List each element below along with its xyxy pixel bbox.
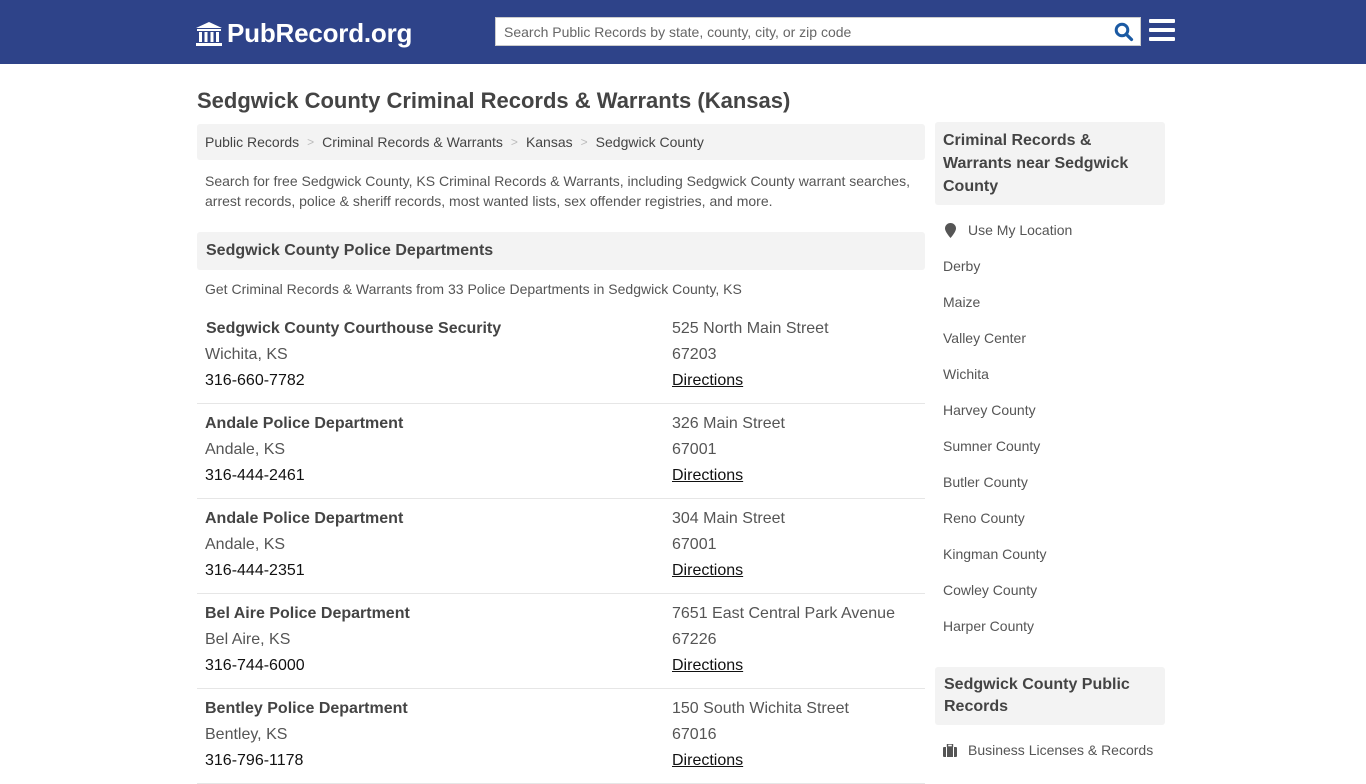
department-city: Wichita, KS <box>205 346 288 363</box>
department-name-link[interactable]: Sedgwick County Courthouse Security <box>206 320 501 338</box>
department-list: Sedgwick County Courthouse Security Wich… <box>197 309 925 784</box>
department-zip: 67226 <box>672 631 717 648</box>
directions-link[interactable]: Directions <box>672 372 743 390</box>
department-zip: 67001 <box>672 536 717 553</box>
nearby-link-valley-center[interactable]: Valley Center <box>935 320 1165 356</box>
nearby-link-cowley-county[interactable]: Cowley County <box>935 572 1165 608</box>
department-address: 7651 East Central Park Avenue <box>672 605 895 622</box>
department-city: Andale, KS <box>205 441 286 458</box>
breadcrumb-separator: > <box>580 135 588 149</box>
logo-text: PubRecord.org <box>227 18 413 48</box>
department-phone: 316-744-6000 <box>205 657 305 674</box>
search-bar <box>495 17 1141 46</box>
department-row: Bel Aire Police Department Bel Aire, KS … <box>197 594 925 689</box>
hamburger-menu-icon[interactable] <box>1149 19 1175 43</box>
department-phone: 316-444-2351 <box>205 562 305 579</box>
department-row: Andale Police Department Andale, KS 316-… <box>197 499 925 594</box>
section-heading: Sedgwick County Police Departments <box>197 232 925 270</box>
nearby-link-derby[interactable]: Derby <box>935 248 1165 284</box>
section-subtitle: Get Criminal Records & Warrants from 33 … <box>205 281 742 297</box>
department-row: Bentley Police Department Bentley, KS 31… <box>197 689 925 784</box>
department-address: 525 North Main Street <box>672 320 829 337</box>
business-licenses-link[interactable]: Business Licenses & Records <box>935 732 1165 768</box>
department-name-link[interactable]: Bel Aire Police Department <box>205 605 410 623</box>
department-address: 150 South Wichita Street <box>672 700 849 717</box>
department-name-link[interactable]: Andale Police Department <box>205 510 403 528</box>
department-zip: 67001 <box>672 441 717 458</box>
sidebar-nearby-heading: Criminal Records & Warrants near Sedgwic… <box>935 122 1165 205</box>
courthouse-icon <box>196 21 222 46</box>
map-marker-icon <box>943 222 957 238</box>
department-name-link[interactable]: Andale Police Department <box>205 415 403 433</box>
department-row: Sedgwick County Courthouse Security Wich… <box>197 309 925 404</box>
breadcrumb-kansas[interactable]: Kansas <box>526 134 573 150</box>
breadcrumb-separator: > <box>510 135 518 149</box>
directions-link[interactable]: Directions <box>672 562 743 580</box>
breadcrumb-sedgwick-county[interactable]: Sedgwick County <box>596 134 704 150</box>
nearby-list: Use My Location Derby Maize Valley Cente… <box>935 212 1165 644</box>
nearby-link-maize[interactable]: Maize <box>935 284 1165 320</box>
breadcrumb-criminal-records[interactable]: Criminal Records & Warrants <box>322 134 503 150</box>
breadcrumb-public-records[interactable]: Public Records <box>205 134 299 150</box>
department-row: Andale Police Department Andale, KS 316-… <box>197 404 925 499</box>
department-phone: 316-660-7782 <box>205 372 305 389</box>
department-zip: 67016 <box>672 726 717 743</box>
search-icon <box>1114 22 1134 41</box>
department-name-link[interactable]: Bentley Police Department <box>205 700 408 718</box>
nearby-link-butler-county[interactable]: Butler County <box>935 464 1165 500</box>
search-button[interactable] <box>1108 18 1140 45</box>
search-input[interactable] <box>496 18 1108 45</box>
directions-link[interactable]: Directions <box>672 657 743 675</box>
nearby-link-harvey-county[interactable]: Harvey County <box>935 392 1165 428</box>
breadcrumb-separator: > <box>307 135 315 149</box>
department-phone: 316-796-1178 <box>205 752 304 769</box>
page-title: Sedgwick County Criminal Records & Warra… <box>197 88 791 113</box>
site-header: PubRecord.org <box>0 0 1366 64</box>
public-records-list: Business Licenses & Records <box>935 732 1165 768</box>
department-city: Bel Aire, KS <box>205 631 291 648</box>
nearby-link-sumner-county[interactable]: Sumner County <box>935 428 1165 464</box>
directions-link[interactable]: Directions <box>672 752 743 770</box>
breadcrumb: Public Records > Criminal Records & Warr… <box>197 124 925 160</box>
department-address: 326 Main Street <box>672 415 785 432</box>
department-city: Andale, KS <box>205 536 286 553</box>
briefcase-icon <box>943 743 957 757</box>
nearby-link-kingman-county[interactable]: Kingman County <box>935 536 1165 572</box>
nearby-link-harper-county[interactable]: Harper County <box>935 608 1165 644</box>
use-my-location-label: Use My Location <box>968 222 1073 238</box>
use-my-location-link[interactable]: Use My Location <box>935 212 1165 248</box>
department-zip: 67203 <box>672 346 717 363</box>
department-phone: 316-444-2461 <box>205 467 305 484</box>
business-licenses-label: Business Licenses & Records <box>968 742 1154 758</box>
logo-link[interactable]: PubRecord.org <box>195 18 412 49</box>
department-city: Bentley, KS <box>205 726 288 743</box>
nearby-link-reno-county[interactable]: Reno County <box>935 500 1165 536</box>
directions-link[interactable]: Directions <box>672 467 743 485</box>
intro-text: Search for free Sedgwick County, KS Crim… <box>205 173 910 209</box>
sidebar-public-records-heading: Sedgwick County Public Records <box>935 667 1165 725</box>
department-address: 304 Main Street <box>672 510 785 527</box>
nearby-link-wichita[interactable]: Wichita <box>935 356 1165 392</box>
sidebar-public-records: Sedgwick County Public Records Business … <box>935 667 1165 768</box>
sidebar-nearby: Criminal Records & Warrants near Sedgwic… <box>935 122 1165 644</box>
